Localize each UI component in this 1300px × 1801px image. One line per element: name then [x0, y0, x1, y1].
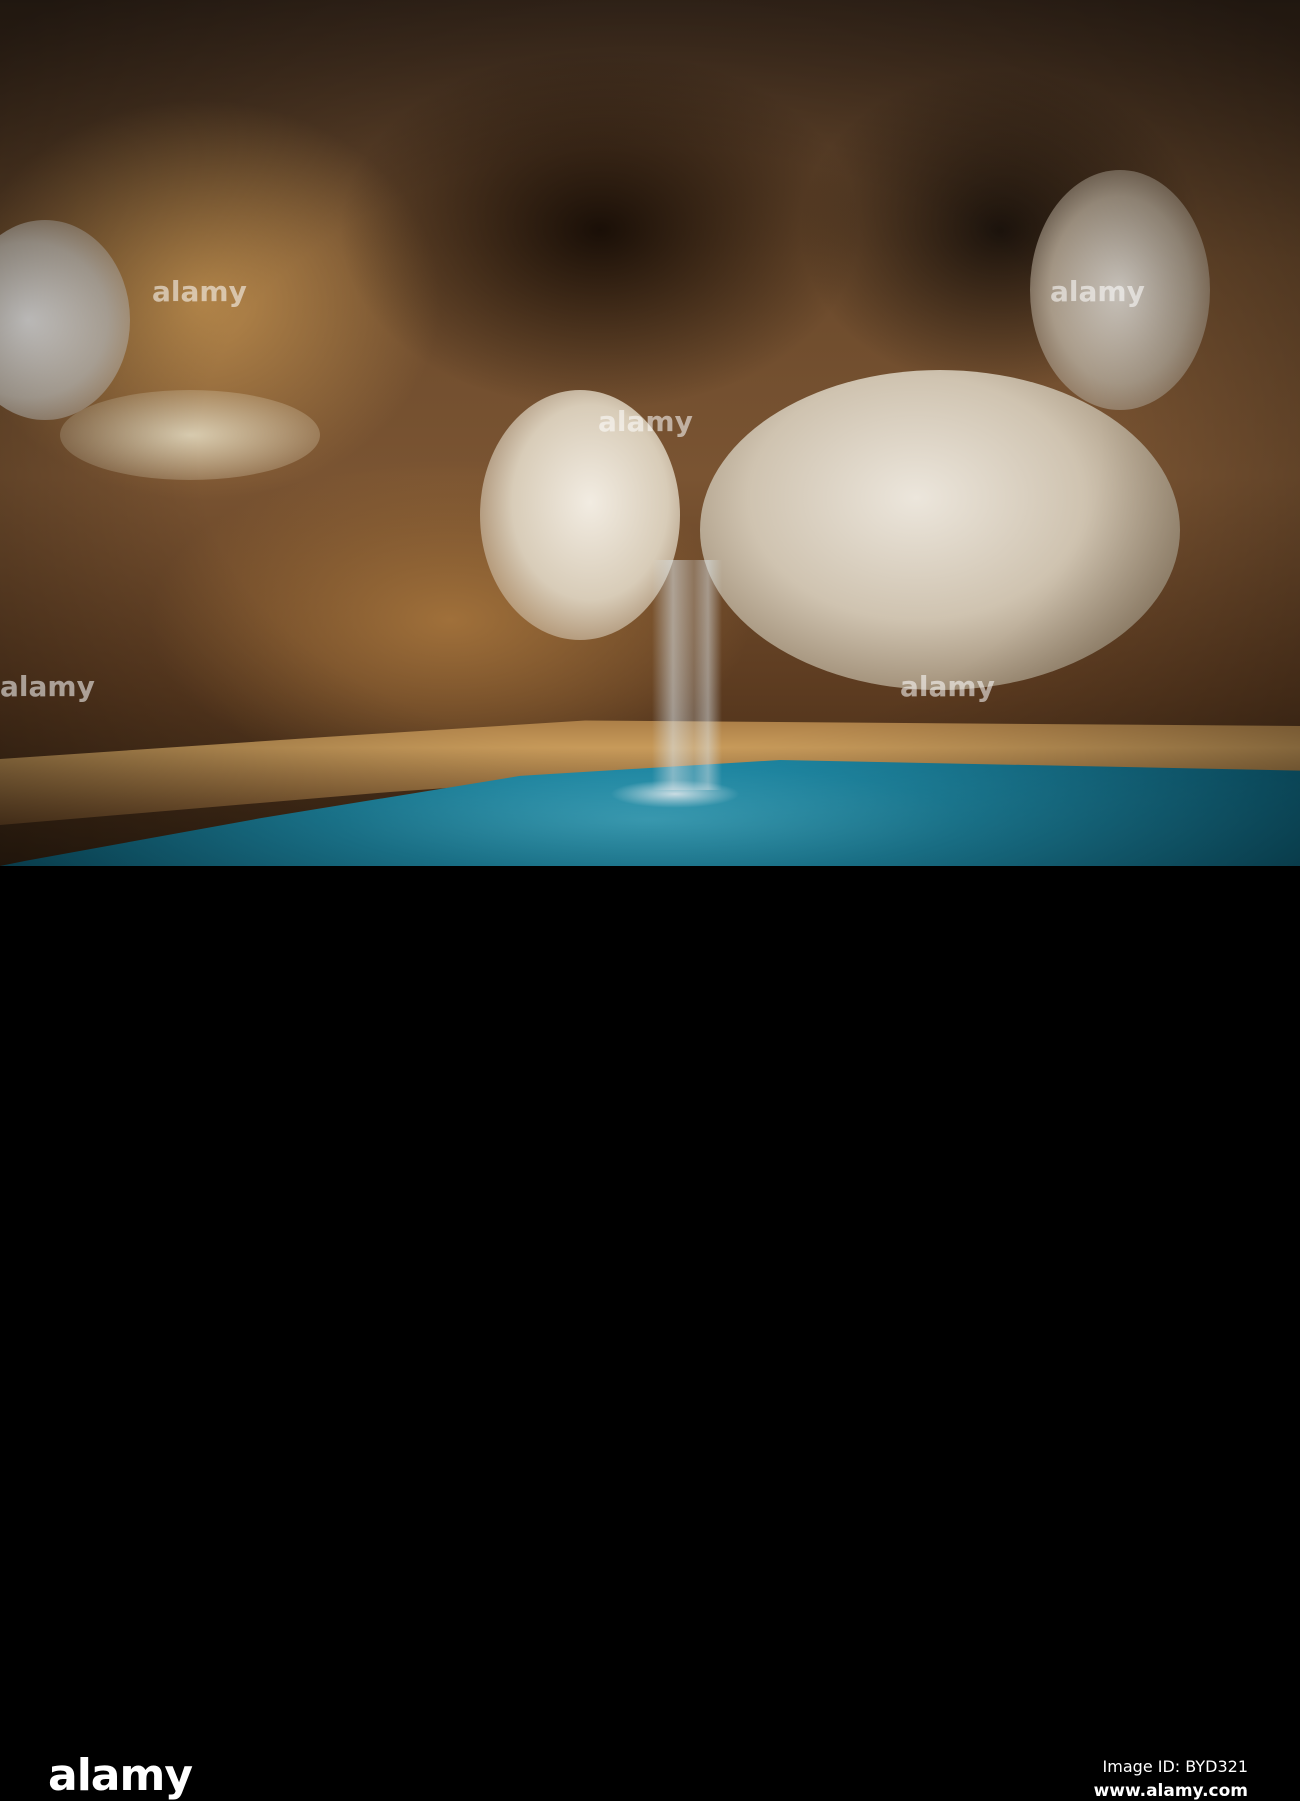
image-id: Image ID: BYD321	[1102, 1757, 1248, 1776]
watermark: alamy	[900, 670, 995, 703]
website-url: www.alamy.com	[1093, 1781, 1248, 1801]
watermark: alamy	[1050, 275, 1145, 308]
watermark: alamy	[0, 670, 95, 703]
watermark: alamy	[598, 405, 693, 438]
alamy-logo: alamy	[48, 1750, 193, 1801]
watermark: alamy	[152, 275, 247, 308]
cave-hot-spring-photo: alamy alamy alamy alamy alamy	[0, 0, 1300, 866]
footer-bar: alamy Image ID: BYD321 www.alamy.com	[0, 866, 1300, 1801]
